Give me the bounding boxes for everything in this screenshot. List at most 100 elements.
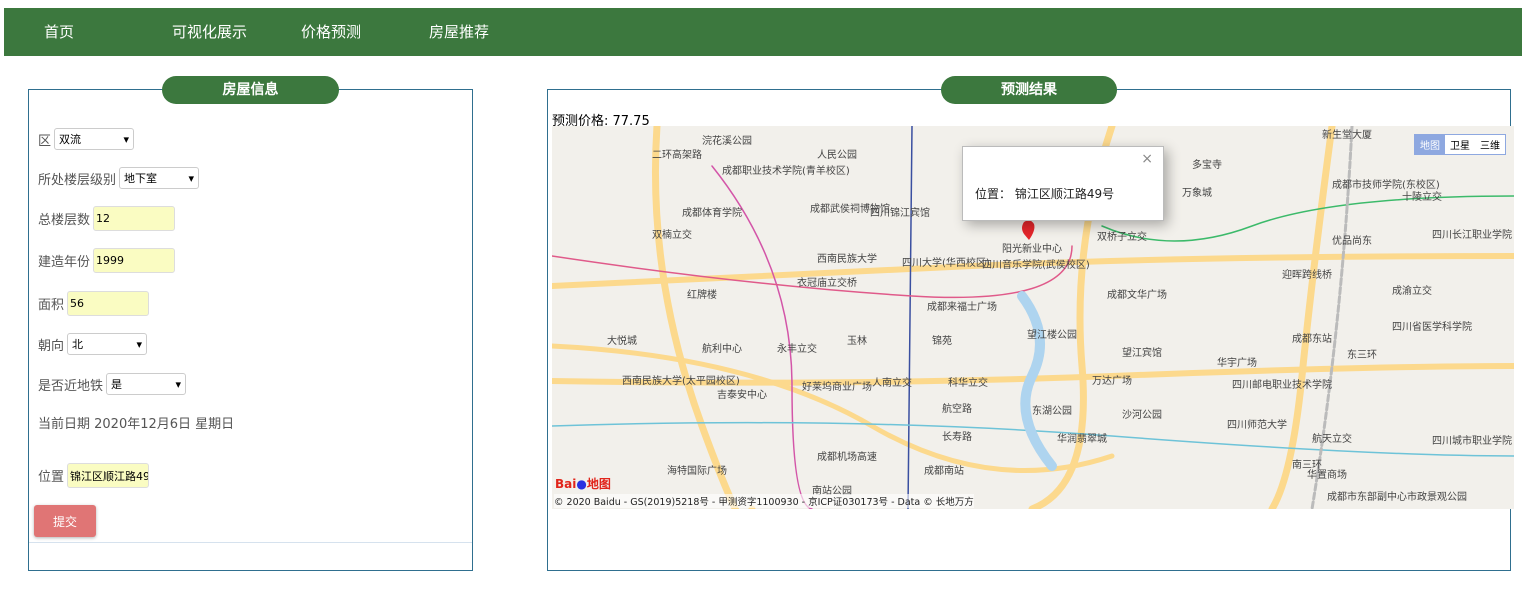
map-label: 科华立交 <box>948 378 988 389</box>
map-copyright: © 2020 Baidu - GS(2019)5218号 - 甲测资字11009… <box>554 494 974 508</box>
map-label: 迎晖跨线桥 <box>1282 270 1332 281</box>
map-label: 成都体育学院 <box>682 208 742 219</box>
map-type-3d[interactable]: 三维 <box>1475 135 1505 154</box>
map-label: 多宝寺 <box>1192 160 1222 171</box>
map-label: 十陵立交 <box>1402 192 1442 203</box>
map-label: 阳光新业中心 <box>1002 244 1062 255</box>
map-label: 东三环 <box>1347 350 1377 361</box>
map-label: 双楠立交 <box>652 230 692 241</box>
map-label: 优品尚东 <box>1332 236 1372 247</box>
result-title: 预测结果 <box>941 76 1117 104</box>
near-subway-select[interactable]: 是 ▾ <box>106 373 187 395</box>
build-year-label: 建造年份 <box>38 255 91 270</box>
map-label: 四川师范大学 <box>1227 420 1287 431</box>
map-label: 衣冠庙立交桥 <box>797 278 857 289</box>
map-label: 长寿路 <box>942 432 972 443</box>
build-year-input[interactable]: 1999 <box>93 248 176 273</box>
map-label: 浣花溪公园 <box>702 136 752 147</box>
orientation-select[interactable]: 北 ▾ <box>67 333 148 355</box>
map-label: 西南民族大学(太平园校区) <box>622 376 740 387</box>
map-label: 西南民族大学 <box>817 254 877 265</box>
submit-button[interactable]: 提交 <box>34 505 96 537</box>
map-label: 海特国际广场 <box>667 466 727 477</box>
map-label: 四川邮电职业技术学院 <box>1232 380 1332 391</box>
map-label: 万达广场 <box>1092 376 1132 387</box>
map-label: 四川省医学科学院 <box>1392 322 1472 333</box>
map-label: 成都东站 <box>1292 334 1332 345</box>
district-select[interactable]: 双流 ▾ <box>54 128 135 150</box>
dropdown-arrow-icon: ▾ <box>188 171 195 185</box>
map-label: 成都职业技术学院(青羊校区) <box>722 166 850 177</box>
map-label: 成都文华广场 <box>1107 290 1167 301</box>
map-label: 好莱坞商业广场 <box>802 382 872 393</box>
orientation-value: 北 <box>72 338 84 351</box>
near-subway-value: 是 <box>111 378 123 391</box>
map-label: 成渝立交 <box>1392 286 1432 297</box>
area-input[interactable]: 56 <box>67 291 150 316</box>
popup-value: 锦江区顺江路49号 <box>1014 187 1115 201</box>
house-info-title: 房屋信息 <box>162 76 339 104</box>
map-label: 四川音乐学院(武侯校区) <box>982 260 1090 271</box>
dropdown-arrow-icon: ▾ <box>136 337 143 351</box>
current-date: 当前日期 2020年12月6日 星期日 <box>38 417 235 432</box>
map-label: 人南立交 <box>872 378 912 389</box>
near-subway-row: 是否近地铁是 ▾ <box>38 373 187 395</box>
nav-visualization[interactable]: 可视化展示 <box>172 21 247 42</box>
district-row: 区双流 ▾ <box>38 128 135 150</box>
total-floors-input[interactable]: 12 <box>93 206 176 231</box>
orientation-label: 朝向 <box>38 338 65 354</box>
map-type-switch: 地图 卫星 三维 <box>1414 134 1506 155</box>
location-label: 位置 <box>38 470 65 485</box>
district-label: 区 <box>38 133 52 149</box>
orientation-row: 朝向北 ▾ <box>38 333 148 355</box>
floor-level-row: 所处楼层级别 地下室 ▾ <box>38 167 200 189</box>
map-label: 航天立交 <box>1312 434 1352 445</box>
map-label: 成都机场高速 <box>817 452 877 463</box>
area-row: 面积 56 <box>38 291 150 316</box>
nav-house-recommend[interactable]: 房屋推荐 <box>429 21 489 42</box>
floor-level-value: 地下室 <box>124 172 158 185</box>
dropdown-arrow-icon: ▾ <box>175 377 182 391</box>
map-label: 四川城市职业学院 <box>1432 436 1512 447</box>
map-label: 航利中心 <box>702 344 742 355</box>
map-label: 成都市东部副中心市政景观公园 <box>1327 492 1467 503</box>
dropdown-arrow-icon: ▾ <box>123 132 130 146</box>
map-label: 成都南站 <box>924 466 964 477</box>
map-label: 人民公园 <box>817 150 857 161</box>
total-floors-label: 总楼层数 <box>38 213 91 228</box>
map-label: 二环高架路 <box>652 150 702 161</box>
map-label: 沙河公园 <box>1122 410 1162 421</box>
map-label: 吉泰安中心 <box>717 390 767 401</box>
map-info-window: × 位置： 锦江区顺江路49号 <box>962 146 1164 221</box>
map-label: 万象城 <box>1182 188 1212 199</box>
build-year-row: 建造年份 1999 <box>38 248 176 273</box>
map-label: 四川大学(华西校区) <box>902 258 990 269</box>
nav-price-prediction[interactable]: 价格预测 <box>301 21 361 42</box>
district-value: 双流 <box>59 133 82 146</box>
map-label: 望江楼公园 <box>1027 330 1077 341</box>
floor-level-select[interactable]: 地下室 ▾ <box>119 167 200 189</box>
map-type-satellite[interactable]: 卫星 <box>1445 135 1475 154</box>
house-info-panel <box>28 89 473 571</box>
map-label: 红牌楼 <box>687 290 717 301</box>
map-label: 望江宾馆 <box>1122 348 1162 359</box>
location-row: 位置锦江区顺江路49号 <box>38 463 150 488</box>
map-label: 大悦城 <box>607 336 637 347</box>
map-label: 玉林 <box>847 336 867 347</box>
map-type-map[interactable]: 地图 <box>1415 135 1445 154</box>
baidu-logo: Bai●地图 <box>555 477 611 491</box>
location-input[interactable]: 锦江区顺江路49号 <box>67 463 150 488</box>
map-label: 四川长江职业学院 <box>1432 230 1512 241</box>
total-floors-row: 总楼层数 12 <box>38 206 176 231</box>
close-icon[interactable]: × <box>1141 151 1153 167</box>
map-label: 永丰立交 <box>777 344 817 355</box>
map-label: 华宇广场 <box>1217 358 1257 369</box>
map-label: 新生堂大厦 <box>1322 130 1372 141</box>
near-subway-label: 是否近地铁 <box>38 378 104 394</box>
map-label: 东湖公园 <box>1032 406 1072 417</box>
baidu-map[interactable]: 浣花溪公园 人民公园 成都职业技术学院(青羊校区) 成都体育学院 成都武侯祠博物馆 四川锦… <box>552 126 1514 509</box>
nav-home[interactable]: 首页 <box>44 21 74 42</box>
map-label: 锦苑 <box>932 336 952 347</box>
floor-level-label: 所处楼层级别 <box>38 172 117 188</box>
top-nav: 首页 可视化展示 价格预测 房屋推荐 <box>4 8 1522 56</box>
